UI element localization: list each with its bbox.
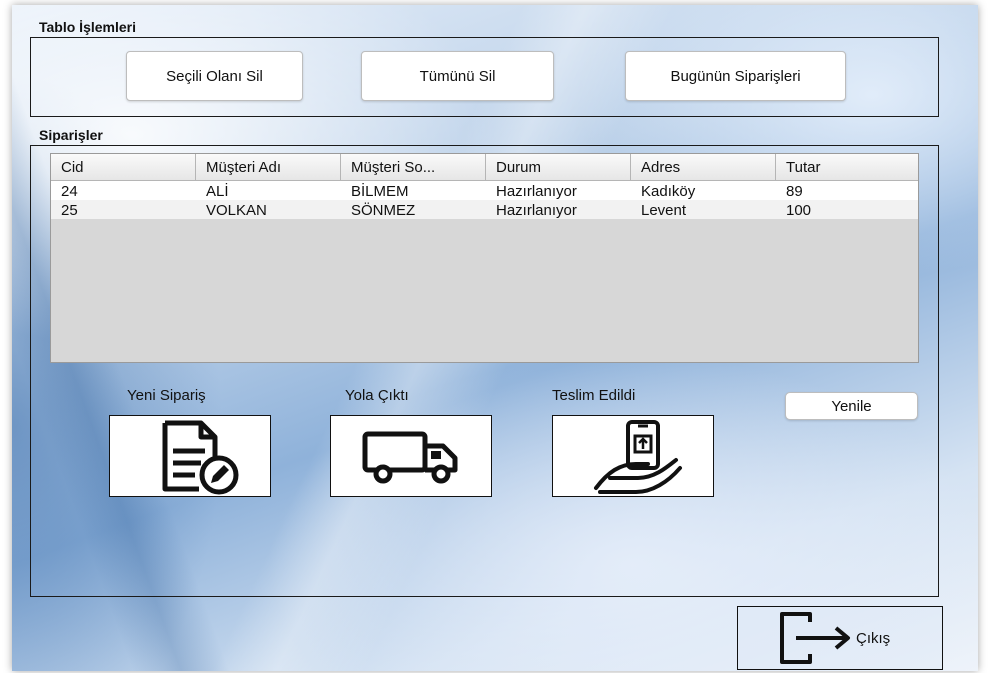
orders-title: Siparişler xyxy=(39,127,103,143)
delivered-label: Teslim Edildi xyxy=(552,387,636,404)
cell-customer-surname: BİLMEM xyxy=(351,183,409,200)
cell-customer-name: ALİ xyxy=(206,183,229,200)
column-header-amount[interactable]: Tutar xyxy=(776,154,918,180)
cell-status: Hazırlanıyor xyxy=(496,202,577,219)
table-operations-title: Tablo İşlemleri xyxy=(39,19,136,35)
table-row[interactable]: 25 VOLKAN SÖNMEZ Hazırlanıyor Levent 100 xyxy=(51,200,918,219)
column-header-customer-name[interactable]: Müşteri Adı xyxy=(196,154,341,180)
cell-customer-name: VOLKAN xyxy=(206,202,267,219)
exit-button[interactable]: Çıkış xyxy=(737,606,943,670)
table-header: Cid Müşteri Adı Müşteri So... Durum Adre… xyxy=(51,154,918,181)
column-header-customer-surname[interactable]: Müşteri So... xyxy=(341,154,486,180)
new-document-icon xyxy=(162,420,239,495)
cell-status: Hazırlanıyor xyxy=(496,183,577,200)
todays-orders-button[interactable]: Bugünün Siparişleri xyxy=(625,51,846,101)
delivered-button[interactable] xyxy=(552,415,714,497)
cell-customer-surname: SÖNMEZ xyxy=(351,202,416,219)
orders-table[interactable]: Cid Müşteri Adı Müşteri So... Durum Adre… xyxy=(50,153,919,363)
column-header-address[interactable]: Adres xyxy=(631,154,776,180)
cell-cid: 24 xyxy=(61,183,78,200)
refresh-button[interactable]: Yenile xyxy=(785,392,918,420)
column-header-cid[interactable]: Cid xyxy=(51,154,196,180)
hand-phone-delivery-icon xyxy=(594,420,682,494)
cell-address: Levent xyxy=(641,202,687,219)
column-header-status[interactable]: Durum xyxy=(486,154,631,180)
exit-label: Çıkış xyxy=(856,629,891,647)
new-order-button[interactable] xyxy=(109,415,271,497)
exit-icon xyxy=(780,612,850,664)
cell-amount: 100 xyxy=(786,202,812,219)
on-the-way-button[interactable] xyxy=(330,415,492,497)
table-row[interactable]: 24 ALİ BİLMEM Hazırlanıyor Kadıköy 89 xyxy=(51,181,918,200)
truck-icon xyxy=(362,431,458,484)
new-order-label: Yeni Sipariş xyxy=(127,387,206,404)
cell-cid: 25 xyxy=(61,202,78,219)
on-the-way-label: Yola Çıktı xyxy=(345,387,409,404)
cell-address: Kadıköy xyxy=(641,183,696,200)
delete-all-button[interactable]: Tümünü Sil xyxy=(361,51,554,101)
delete-selected-button[interactable]: Seçili Olanı Sil xyxy=(126,51,303,101)
cell-amount: 89 xyxy=(786,183,803,200)
